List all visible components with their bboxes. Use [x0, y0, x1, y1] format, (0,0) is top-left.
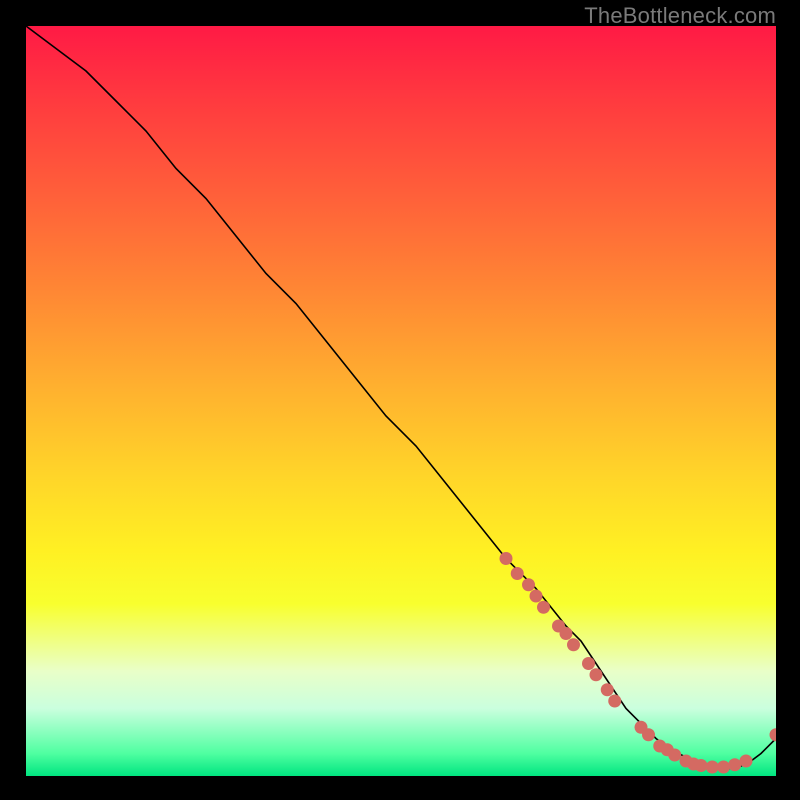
- scatter-point: [500, 552, 513, 565]
- scatter-point: [582, 657, 595, 670]
- scatter-point: [770, 728, 777, 741]
- scatter-point: [537, 601, 550, 614]
- scatter-point: [522, 578, 535, 591]
- scatter-point: [695, 759, 708, 772]
- scatter-point: [567, 638, 580, 651]
- chart-stage: TheBottleneck.com: [0, 0, 800, 800]
- scatter-point: [590, 668, 603, 681]
- scatter-point: [530, 590, 543, 603]
- scatter-point: [706, 761, 719, 774]
- scatter-point: [728, 758, 741, 771]
- scatter-point: [608, 695, 621, 708]
- scatter-point: [511, 567, 524, 580]
- scatter-point: [717, 761, 730, 774]
- plot-area: [26, 26, 776, 776]
- scatter-point: [740, 755, 753, 768]
- chart-svg: [26, 26, 776, 776]
- scatter-point: [601, 683, 614, 696]
- scatter-point: [642, 728, 655, 741]
- scatter-markers: [500, 552, 777, 774]
- scatter-point: [668, 749, 681, 762]
- scatter-point: [560, 627, 573, 640]
- curve-line: [26, 26, 776, 769]
